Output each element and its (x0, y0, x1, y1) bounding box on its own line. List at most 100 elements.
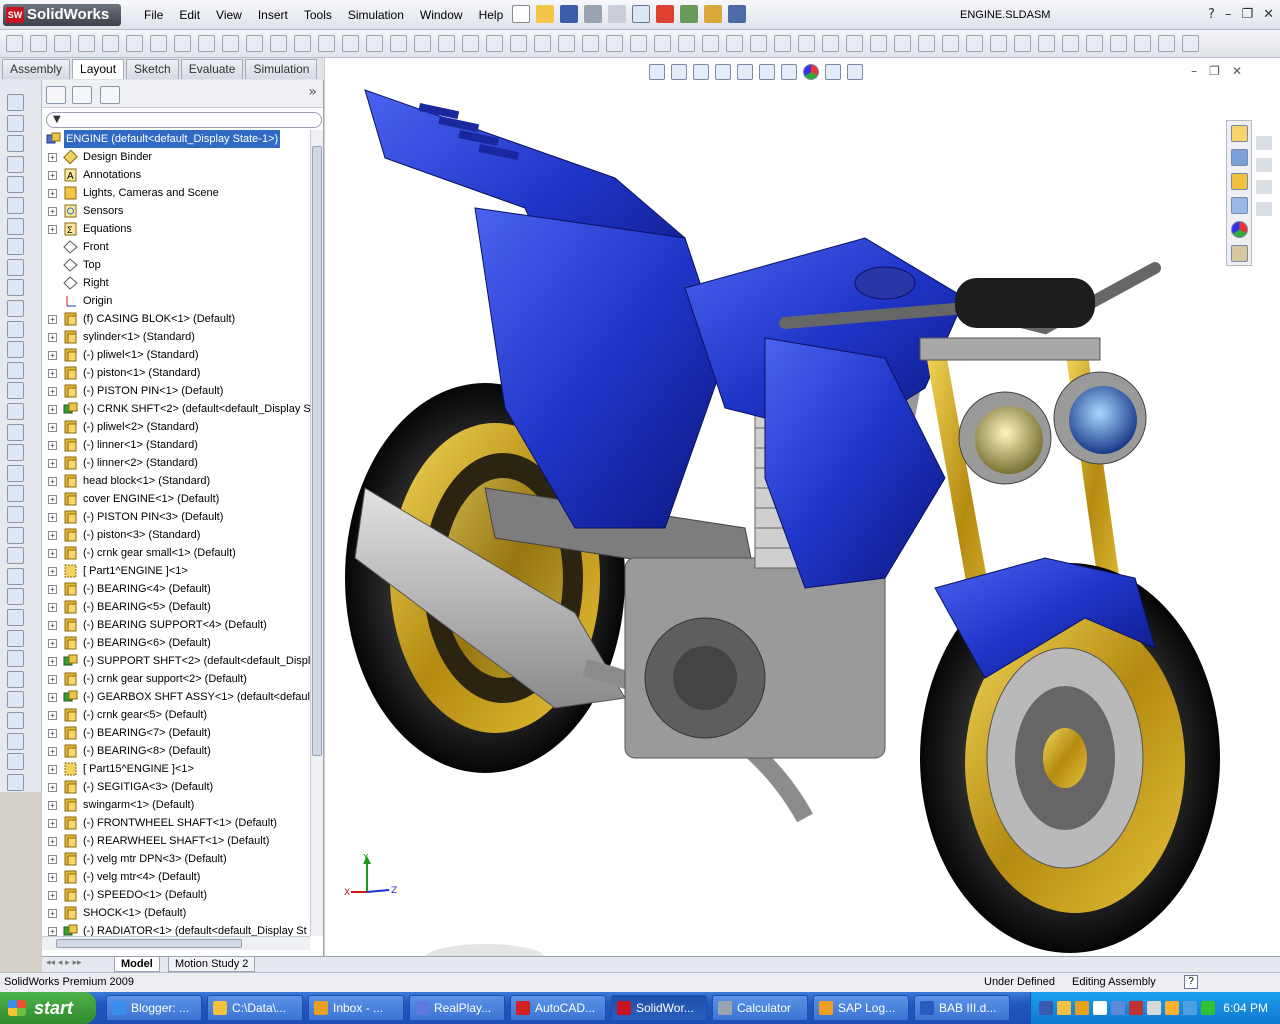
tree-item[interactable]: + cover ENGINE<1> (Default) (42, 490, 310, 508)
taskbar-item[interactable]: C:\Data\... (207, 995, 303, 1021)
expand-toggle-icon[interactable]: + (48, 531, 57, 540)
appearances-icon[interactable] (1231, 221, 1248, 238)
move-icon[interactable] (462, 35, 479, 52)
expand-toggle-icon[interactable]: + (48, 153, 57, 162)
repair-icon[interactable] (534, 35, 551, 52)
format-painter-icon[interactable] (7, 135, 24, 153)
feature-tree-tab-icon[interactable] (46, 86, 66, 104)
taskbar-item[interactable]: Inbox - ... (308, 995, 404, 1021)
properties-icon[interactable] (822, 35, 839, 52)
dowel-pin-icon[interactable] (7, 526, 24, 544)
expand-toggle-icon[interactable]: + (48, 459, 57, 468)
instant-3d-icon[interactable] (606, 35, 623, 52)
tree-item[interactable]: + (-) crnk gear support<2> (Default) (42, 670, 310, 688)
custom-properties-icon[interactable] (1231, 245, 1248, 262)
options-icon[interactable] (704, 5, 722, 23)
curvature-icon[interactable] (1086, 35, 1103, 52)
balloon-icon[interactable] (7, 176, 24, 194)
help-icon[interactable]: ? (1184, 975, 1198, 989)
layout-sketch-icon[interactable] (750, 35, 767, 52)
volume-icon[interactable] (1165, 1001, 1179, 1015)
undercut-icon[interactable] (1134, 35, 1151, 52)
tree-item[interactable]: + (-) BEARING<4> (Default) (42, 580, 310, 598)
thickness-icon[interactable] (1182, 35, 1199, 52)
tree-horizontal-scrollbar[interactable] (42, 936, 310, 950)
tree-item[interactable]: + (f) CASING BLOK<1> (Default) (42, 310, 310, 328)
tree-item[interactable]: + (-) crnk gear<5> (Default) (42, 706, 310, 724)
tree-item[interactable]: + (-) GEARBOX SHFT ASSY<1> (default<defau… (42, 688, 310, 706)
help-question-icon[interactable]: ? (1208, 0, 1215, 30)
deviation-icon[interactable] (1110, 35, 1127, 52)
tree-item[interactable]: + (-) SUPPORT SHFT<2> (default<default_Di… (42, 652, 310, 670)
property-manager-tab-icon[interactable] (72, 86, 92, 104)
note-icon[interactable] (7, 155, 24, 173)
expand-toggle-icon[interactable]: + (48, 909, 57, 918)
tree-item[interactable]: + [ Part1^ENGINE ]<1> (42, 562, 310, 580)
file-properties-icon[interactable] (680, 5, 698, 23)
tree-item[interactable]: + (-) RADIATOR<1> (default<default_Displa… (42, 922, 310, 936)
close-icon[interactable]: ✕ (1263, 0, 1274, 30)
zebra-icon[interactable] (1038, 35, 1055, 52)
line-icon[interactable] (30, 35, 47, 52)
taskbar-item[interactable]: BAB III.d... (914, 995, 1010, 1021)
insert-block-icon[interactable] (654, 35, 671, 52)
centerline-icon[interactable] (7, 361, 24, 379)
chevron-right-icon[interactable]: » (308, 84, 317, 100)
arc-icon[interactable] (126, 35, 143, 52)
expand-toggle-icon[interactable]: + (48, 657, 57, 666)
relations-icon[interactable] (486, 35, 503, 52)
expand-toggle-icon[interactable]: + (48, 855, 57, 864)
rapid-sketch-icon[interactable] (582, 35, 599, 52)
tree-item[interactable]: + (-) velg mtr<4> (Default) (42, 868, 310, 886)
tree-item[interactable]: + Sensors (42, 202, 310, 220)
pattern-icon[interactable] (438, 35, 455, 52)
settings-icon[interactable] (846, 35, 863, 52)
tree-item[interactable]: + [ Part15^ENGINE ]<1> (42, 760, 310, 778)
tray-document-icon[interactable] (1093, 1001, 1107, 1015)
tree-item[interactable]: + (-) BEARING<8> (Default) (42, 742, 310, 760)
tab-assembly[interactable]: Assembly (2, 59, 71, 79)
tree-item[interactable]: + (-) BEARING<6> (Default) (42, 634, 310, 652)
polygon-icon[interactable] (150, 35, 167, 52)
expand-toggle-icon[interactable]: + (48, 819, 57, 828)
new-document-icon[interactable] (512, 5, 530, 23)
home-icon[interactable] (1231, 125, 1248, 142)
perpendicular-icon[interactable] (7, 773, 24, 791)
area-hatch-icon[interactable] (7, 403, 24, 420)
expand-toggle-icon[interactable]: + (48, 603, 57, 612)
tree-item[interactable]: + sylinder<1> (Standard) (42, 328, 310, 346)
open-folder-icon[interactable] (536, 5, 554, 23)
taskbar-item[interactable]: Blogger: ... (106, 995, 202, 1021)
menu-file[interactable]: File (136, 0, 171, 30)
tree-item[interactable]: + (-) linner<2> (Standard) (42, 454, 310, 472)
graphics-viewport[interactable]: – ❐ ✕ Y X Z (325, 58, 1280, 956)
snap-icon[interactable] (894, 35, 911, 52)
scroll-thumb[interactable] (56, 939, 242, 948)
expand-toggle-icon[interactable]: + (48, 891, 57, 900)
tree-item[interactable]: + head block<1> (Standard) (42, 472, 310, 490)
tab-layout[interactable]: Layout (72, 59, 125, 79)
tree-vertical-scrollbar[interactable] (310, 130, 323, 936)
spline-icon[interactable] (174, 35, 191, 52)
cosmetic-thread-icon[interactable] (7, 464, 24, 482)
section-icon[interactable] (990, 35, 1007, 52)
chamfer-icon[interactable] (246, 35, 263, 52)
expand-toggle-icon[interactable]: + (48, 315, 57, 324)
tree-item[interactable]: + (-) PISTON PIN<1> (Default) (42, 382, 310, 400)
tree-item[interactable]: + (-) REARWHEEL SHAFT<1> (Default) (42, 832, 310, 850)
copy-icon[interactable] (774, 35, 791, 52)
expand-toggle-icon[interactable]: + (48, 513, 57, 522)
expand-toggle-icon[interactable]: + (48, 765, 57, 774)
expand-toggle-icon[interactable]: + (48, 639, 57, 648)
display-relations-icon[interactable] (510, 35, 527, 52)
expand-toggle-icon[interactable]: + (48, 189, 57, 198)
expand-toggle-icon[interactable]: + (48, 801, 57, 810)
expand-toggle-icon[interactable]: + (48, 351, 57, 360)
ellipse-icon[interactable] (198, 35, 215, 52)
save-icon[interactable] (560, 5, 578, 23)
tray-network-icon[interactable] (1111, 1001, 1125, 1015)
tree-item[interactable]: + swingarm<1> (Default) (42, 796, 310, 814)
tree-item[interactable]: + (-) piston<1> (Standard) (42, 364, 310, 382)
magnetic-line-icon[interactable] (7, 485, 24, 503)
menu-window[interactable]: Window (412, 0, 471, 30)
